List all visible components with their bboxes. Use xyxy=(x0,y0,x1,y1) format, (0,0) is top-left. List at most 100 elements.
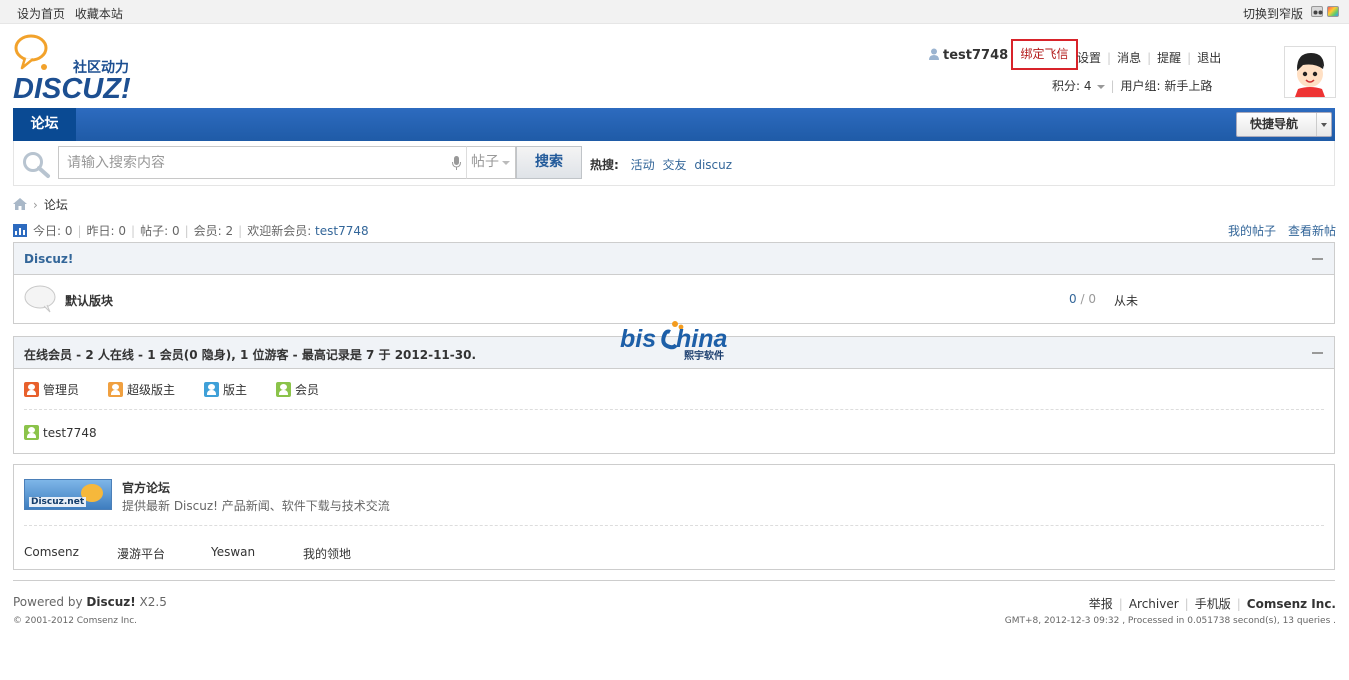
new-posts-link[interactable]: 查看新帖 xyxy=(1288,224,1336,238)
logo-label: Discuz.net xyxy=(29,497,87,507)
chart-icon xyxy=(13,224,27,237)
stat-yesterday: 昨日: 0 xyxy=(86,224,127,238)
messages-link[interactable]: 消息 xyxy=(1117,51,1141,65)
friend-link[interactable]: 漫游平台 xyxy=(117,545,165,562)
main-nav: 论坛 快捷导航 xyxy=(13,108,1335,141)
post-count: 0 xyxy=(1088,292,1096,306)
friend-links: Discuz.net 官方论坛 提供最新 Discuz! 产品新闻、软件下载与技… xyxy=(13,464,1335,570)
footer-links: 举报 | Archiver | 手机版 | Comsenz Inc. xyxy=(1089,595,1336,612)
friend-link[interactable]: 我的领地 xyxy=(303,545,351,562)
site-logo[interactable]: DISCUZ! 社区动力 xyxy=(13,34,153,105)
divider: | xyxy=(238,224,243,238)
forum-status-icon xyxy=(24,285,56,313)
points-caret-icon[interactable] xyxy=(1096,84,1105,89)
chevron-down-icon[interactable] xyxy=(502,161,510,165)
logo-brand-text: DISCUZ! xyxy=(13,73,131,100)
user-nav-links: 设置 | 消息 | 提醒 | 退出 xyxy=(1077,49,1221,66)
reminders-link[interactable]: 提醒 xyxy=(1157,51,1181,65)
search-type-select[interactable]: 帖子 xyxy=(466,146,516,179)
official-forum-link[interactable]: 官方论坛 xyxy=(122,479,170,496)
breadcrumb-current[interactable]: 论坛 xyxy=(44,198,68,212)
powered-prefix: Powered by xyxy=(13,595,87,609)
forum-name-link[interactable]: 默认版块 xyxy=(65,292,113,309)
watermark-subtitle: 熙宇软件 xyxy=(684,349,724,362)
legend-label: 管理员 xyxy=(43,383,80,397)
forum-last-post: 从未 xyxy=(1114,294,1139,308)
search-input[interactable] xyxy=(58,146,468,179)
width-toggle-icon[interactable] xyxy=(1311,6,1323,17)
microphone-icon[interactable] xyxy=(452,156,461,170)
search-bar: 帖子 搜索 热搜: 活动 交友 discuz xyxy=(13,141,1335,186)
username-text[interactable]: test7748 xyxy=(943,48,1008,63)
home-icon[interactable] xyxy=(13,198,27,210)
legend-label: 版主 xyxy=(223,383,248,397)
powered-brand-link[interactable]: Discuz! xyxy=(86,595,135,609)
friend-link[interactable]: Yeswan xyxy=(211,545,255,559)
quick-nav-button[interactable]: 快捷导航 xyxy=(1236,112,1332,137)
hot-search-label: 热搜: xyxy=(590,158,619,172)
search-icon xyxy=(22,151,52,179)
hot-term[interactable]: 交友 xyxy=(662,158,686,172)
search-type-label[interactable]: 帖子 xyxy=(471,154,499,170)
dashed-divider xyxy=(24,409,1324,410)
stat-members: 会员: 2 xyxy=(193,224,234,238)
breadcrumb-separator: › xyxy=(33,198,38,212)
forum-row: 默认版块 0 / 0 从未 xyxy=(14,275,1334,323)
online-title[interactable]: 在线会员 - 2 人在线 - 1 会员(0 隐身), 1 位游客 - 最高记录是… xyxy=(24,346,476,363)
legend-super-mod: 超级版主 xyxy=(108,381,175,398)
divider: | xyxy=(1184,597,1189,611)
category-header: Discuz! xyxy=(14,243,1334,275)
color-style-icon[interactable] xyxy=(1327,6,1339,17)
set-home-link[interactable]: 设为首页 xyxy=(17,7,65,21)
online-member-link[interactable]: test7748 xyxy=(43,426,97,440)
collapse-icon[interactable] xyxy=(1312,258,1323,260)
divider: | xyxy=(1147,51,1152,65)
watermark-brand-left: bis xyxy=(620,325,656,353)
username[interactable]: test7748 xyxy=(929,48,1008,63)
report-link[interactable]: 举报 xyxy=(1089,597,1113,611)
powered-by: Powered by Discuz! X2.5 xyxy=(13,595,167,609)
hot-term[interactable]: discuz xyxy=(694,158,732,172)
forum-stats: 今日: 0 | 昨日: 0 | 帖子: 0 | 会员: 2 | 欢迎新会员: test7748 xyxy=(13,222,369,239)
stat-links: 我的帖子 查看新帖 xyxy=(1216,222,1336,239)
divider: | xyxy=(131,224,136,238)
logout-link[interactable]: 退出 xyxy=(1197,51,1221,65)
category-title[interactable]: Discuz! xyxy=(24,252,73,266)
collapse-icon[interactable] xyxy=(1312,352,1323,354)
forum-counts: 0 / 0 xyxy=(1069,292,1096,306)
server-info: GMT+8, 2012-12-3 09:32 , Processed in 0.… xyxy=(1004,616,1336,626)
user-person-icon xyxy=(929,48,939,60)
my-posts-link[interactable]: 我的帖子 xyxy=(1228,224,1276,238)
copyright: © 2001-2012 Comsenz Inc. xyxy=(13,616,138,626)
newest-member-link[interactable]: test7748 xyxy=(315,224,369,238)
search-button[interactable]: 搜索 xyxy=(516,146,582,179)
online-member-row: test7748 xyxy=(24,425,97,440)
points-dropdown[interactable]: 积分: 4 xyxy=(1052,79,1092,93)
tab-forum[interactable]: 论坛 xyxy=(13,108,76,141)
official-forum-desc: 提供最新 Discuz! 产品新闻、软件下载与技术交流 xyxy=(122,499,390,513)
member-icon xyxy=(276,382,291,397)
bischina-watermark-logo: bis hina 熙宇软件 xyxy=(620,318,732,362)
quick-nav-label[interactable]: 快捷导航 xyxy=(1250,117,1298,131)
top-links: 设为首页 收藏本站 xyxy=(17,5,123,22)
chevron-down-icon[interactable] xyxy=(1316,113,1331,136)
legend-label: 超级版主 xyxy=(127,383,176,397)
logo-slogan: 社区动力 xyxy=(72,59,129,76)
friend-link[interactable]: Comsenz xyxy=(24,545,79,559)
welcome-label: 欢迎新会员: xyxy=(247,224,316,238)
bind-feixin-button[interactable]: 绑定飞信 xyxy=(1011,39,1078,70)
settings-link[interactable]: 设置 xyxy=(1077,51,1101,65)
divider: | xyxy=(184,224,189,238)
user-avatar[interactable] xyxy=(1284,46,1336,98)
bind-feixin-label[interactable]: 绑定飞信 xyxy=(1013,41,1076,68)
hot-term[interactable]: 活动 xyxy=(631,158,655,172)
moderator-icon xyxy=(204,382,219,397)
bookmark-link[interactable]: 收藏本站 xyxy=(75,7,123,21)
count-separator: / xyxy=(1076,292,1089,306)
breadcrumb: › 论坛 xyxy=(13,196,68,213)
discuz-net-logo[interactable]: Discuz.net xyxy=(24,479,112,510)
switch-width-link[interactable]: 切换到窄版 xyxy=(1243,5,1303,22)
company-link[interactable]: Comsenz Inc. xyxy=(1247,597,1336,611)
archiver-link[interactable]: Archiver xyxy=(1129,597,1179,611)
mobile-link[interactable]: 手机版 xyxy=(1195,597,1231,611)
